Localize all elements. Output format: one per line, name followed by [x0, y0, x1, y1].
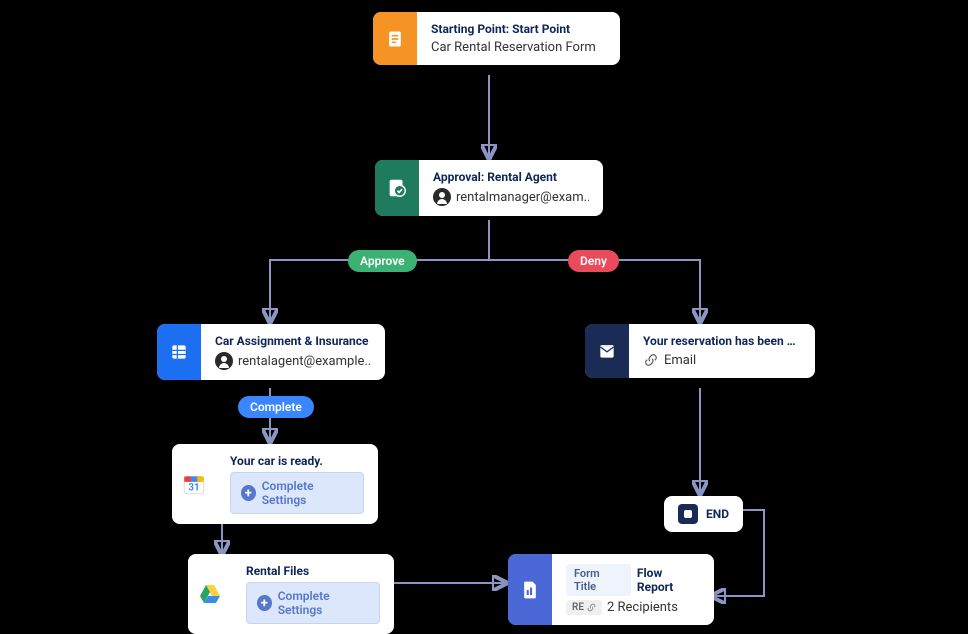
node-title: Your car is ready. — [230, 454, 364, 468]
table-icon — [157, 324, 201, 380]
plus-icon: + — [241, 485, 256, 501]
node-title: Your reservation has been de... — [643, 334, 801, 348]
node-subtitle: Email — [643, 352, 801, 368]
node-subtitle: rentalagent@example.... — [215, 352, 371, 370]
node-title: Car Assignment & Insurance — [215, 334, 371, 348]
svg-text:31: 31 — [188, 483, 199, 494]
badge-deny: Deny — [568, 250, 619, 272]
form-icon — [373, 12, 417, 65]
calendar-icon: 31 — [172, 444, 216, 524]
node-subtitle: rentalmanager@exam... — [433, 188, 589, 206]
node-title: Rental Files — [246, 564, 380, 578]
plus-icon: + — [257, 595, 272, 611]
complete-settings-button[interactable]: + Complete Settings — [230, 472, 364, 514]
node-approval[interactable]: Approval: Rental Agent rentalmanager@exa… — [375, 160, 603, 216]
drive-icon — [188, 554, 232, 634]
node-subtitle: RE 2 Recipients — [566, 600, 700, 615]
end-icon — [678, 504, 698, 524]
recipient-pill: RE — [566, 600, 602, 615]
node-denied[interactable]: Your reservation has been de... Email — [585, 324, 815, 378]
link-icon — [643, 352, 659, 368]
node-title: Starting Point: Start Point — [431, 22, 606, 36]
complete-settings-button[interactable]: + Complete Settings — [246, 582, 380, 624]
node-end[interactable]: END — [664, 496, 743, 532]
flow-report-label: Flow Report — [637, 566, 700, 594]
node-flow-report[interactable]: Form Title Flow Report RE 2 Recipients — [508, 554, 714, 625]
form-title-tag: Form Title — [566, 564, 631, 596]
email-icon — [585, 324, 629, 378]
badge-complete: Complete — [238, 396, 314, 418]
badge-approve: Approve — [348, 250, 417, 272]
user-icon — [215, 352, 233, 370]
node-start[interactable]: Starting Point: Start Point Car Rental R… — [373, 12, 620, 65]
node-subtitle: Car Rental Reservation Form — [431, 40, 606, 55]
node-title: Approval: Rental Agent — [433, 170, 589, 184]
node-car-assignment[interactable]: Car Assignment & Insurance rentalagent@e… — [157, 324, 385, 380]
approval-icon — [375, 160, 419, 216]
report-icon — [508, 554, 552, 625]
node-rental-files[interactable]: Rental Files + Complete Settings — [188, 554, 394, 634]
node-car-ready[interactable]: 31 Your car is ready. + Complete Setting… — [172, 444, 378, 524]
end-label: END — [706, 507, 729, 521]
user-icon — [433, 188, 451, 206]
